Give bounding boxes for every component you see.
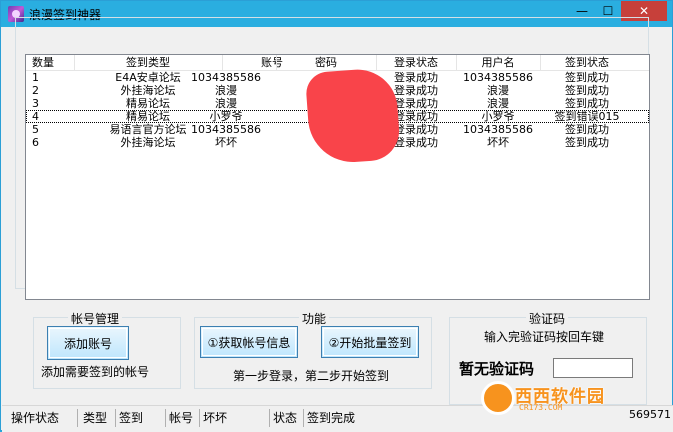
- get-account-info-button-label: ①获取帐号信息: [207, 335, 291, 350]
- cell-username: 浪漫: [487, 97, 509, 110]
- function-hint: 第一步登录，第二步开始签到: [233, 369, 390, 383]
- cell-sign-status: 签到成功: [565, 84, 609, 97]
- cell-count: 1: [32, 71, 39, 84]
- account-hint: 添加需要签到的帐号: [41, 365, 150, 379]
- batch-sign-button[interactable]: ②开始批量签到: [321, 326, 419, 358]
- password-redaction: [304, 66, 402, 166]
- status-label-type: 类型: [80, 409, 116, 427]
- status-label-account: 帐号: [166, 409, 200, 427]
- watermark-subtext: CR173.COM: [519, 403, 563, 412]
- cell-account: 浪漫: [215, 97, 237, 110]
- cell-count: 5: [32, 123, 39, 136]
- status-label-operation: 操作状态: [8, 409, 78, 427]
- watermark-circle-icon: [481, 381, 515, 415]
- cell-count: 2: [32, 84, 39, 97]
- status-label-state: 状态: [270, 409, 304, 427]
- cell-sign-status: 签到成功: [565, 123, 609, 136]
- cell-sign-status: 签到成功: [565, 71, 609, 84]
- batch-sign-button-label: ②开始批量签到: [328, 335, 412, 350]
- cell-sign-status: 签到成功: [565, 97, 609, 110]
- header-username[interactable]: 用户名: [456, 55, 540, 70]
- status-value-state: 签到完成: [307, 411, 356, 425]
- cell-sign-status: 签到错误015: [554, 110, 620, 123]
- main-window: 浪漫签到神器 — ☐ ✕ 数量 签到类型 账号 密码 登录状态 用户名 签到状态…: [0, 0, 673, 432]
- cell-username: 浪漫: [487, 84, 509, 97]
- cell-username: 坏坏: [487, 136, 509, 149]
- watermark-logo: 西西软件园 CR173.COM: [475, 379, 671, 419]
- list-header: 数量 签到类型 账号 密码 登录状态 用户名 签到状态: [26, 55, 649, 71]
- captcha-status: 暂无验证码: [459, 360, 535, 378]
- cell-account: 1034385586: [191, 71, 261, 84]
- captcha-input[interactable]: [553, 358, 633, 378]
- cell-username: 小罗爷: [481, 110, 515, 123]
- cell-sign-status: 签到成功: [565, 136, 609, 149]
- captcha-hint: 输入完验证码按回车键: [484, 330, 605, 344]
- status-value-account: 坏坏: [200, 409, 270, 427]
- cell-username: 1034385586: [463, 123, 533, 136]
- header-login-status[interactable]: 登录状态: [376, 55, 456, 70]
- cell-count: 6: [32, 136, 39, 149]
- account-list[interactable]: 数量 签到类型 账号 密码 登录状态 用户名 签到状态 1 E4A安卓论坛 10…: [25, 54, 650, 300]
- status-value-type: 签到: [116, 409, 166, 427]
- cell-account: 小罗爷: [209, 110, 243, 123]
- cell-count: 3: [32, 97, 39, 110]
- cell-account: 浪漫: [215, 84, 237, 97]
- cell-login-status: 登录成功: [394, 71, 438, 84]
- cell-account: 坏坏: [215, 136, 237, 149]
- header-sign-type[interactable]: 签到类型: [74, 55, 222, 70]
- function-panel-title: 功能: [299, 310, 330, 327]
- get-account-info-button[interactable]: ①获取帐号信息: [200, 326, 298, 358]
- header-password[interactable]: 密码: [276, 55, 376, 70]
- cell-username: 1034385586: [463, 71, 533, 84]
- header-sign-status[interactable]: 签到状态: [540, 55, 634, 70]
- cell-account: 1034385586: [191, 123, 261, 136]
- captcha-panel-title: 验证码: [526, 310, 569, 327]
- cell-count: 4: [32, 110, 39, 123]
- header-count[interactable]: 数量: [32, 55, 72, 70]
- add-account-button-label: 添加账号: [63, 336, 112, 351]
- add-account-button[interactable]: 添加账号: [47, 326, 129, 360]
- account-panel-title: 帐号管理: [68, 310, 123, 327]
